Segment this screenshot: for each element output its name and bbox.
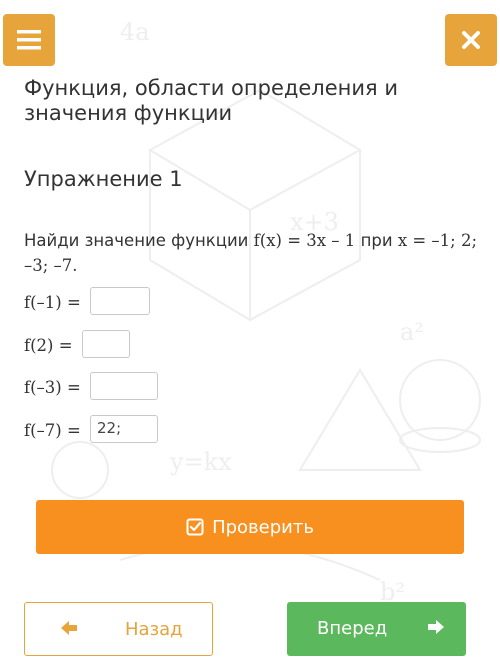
answer-row-2: f(2) = <box>24 330 130 360</box>
answer-label-4: f(–7) = <box>24 420 81 440</box>
back-button-label: Назад <box>125 619 183 640</box>
next-button[interactable]: Вперед <box>287 602 466 656</box>
answer-input-4[interactable]: 22; <box>90 415 158 443</box>
answer-input-2[interactable] <box>82 330 130 358</box>
check-button-label: Проверить <box>212 516 314 538</box>
task-prefix: Найди значение функции <box>24 231 249 250</box>
arrow-right-icon <box>426 617 446 642</box>
close-button[interactable] <box>445 14 497 66</box>
answer-label-3: f(–3) = <box>24 377 81 397</box>
answer-label-2: f(2) = <box>24 335 73 355</box>
task-connector: при <box>360 231 393 250</box>
close-icon <box>462 31 480 49</box>
check-button[interactable]: Проверить <box>36 500 464 554</box>
answer-row-1: f(–1) = <box>24 287 150 317</box>
menu-button[interactable] <box>3 14 55 66</box>
checkbox-icon <box>186 518 204 536</box>
answer-input-1[interactable] <box>90 287 150 315</box>
answer-row-4: f(–7) = 22; <box>24 415 158 445</box>
answer-input-3[interactable] <box>90 372 158 400</box>
exercise-heading: Упражнение 1 <box>24 167 183 191</box>
answer-row-3: f(–3) = <box>24 372 158 402</box>
lesson-title: Функция, области определения и значения … <box>24 76 398 125</box>
answer-label-1: f(–1) = <box>24 292 81 312</box>
task-function: f(x) = 3x – 1 <box>253 231 356 250</box>
task-text: Найди значение функции f(x) = 3x – 1 при… <box>24 228 486 278</box>
arrow-left-icon <box>59 618 79 643</box>
back-button[interactable]: Назад <box>24 602 213 656</box>
next-button-label: Вперед <box>317 618 388 639</box>
hamburger-icon <box>17 30 41 50</box>
